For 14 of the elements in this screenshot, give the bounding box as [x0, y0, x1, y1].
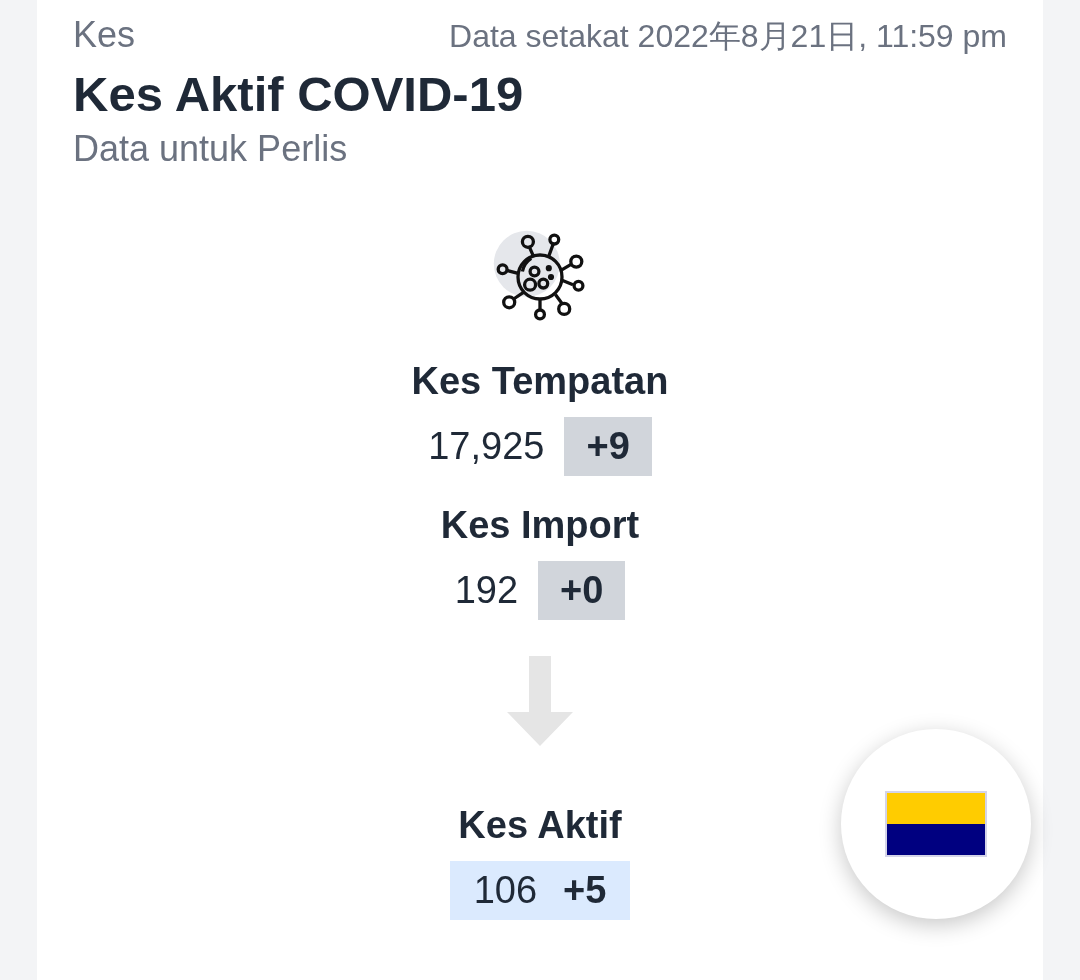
arrow-down-icon — [507, 655, 573, 746]
updated-time: Data setakat 2022年8月21日, 11:59 pm — [449, 17, 1007, 56]
stat-label: Kes Import — [440, 503, 640, 547]
change-badge: +0 — [538, 560, 626, 620]
section-label: Kes — [73, 14, 136, 56]
stat-label: Kes Tempatan — [411, 359, 669, 403]
stat-value: 192 — [454, 568, 519, 612]
change-badge: +9 — [564, 416, 652, 476]
page-title: Kes Aktif COVID-19 — [73, 66, 525, 123]
stat-label: Kes Aktif — [458, 803, 622, 847]
subtitle: Data untuk Perlis — [73, 127, 349, 170]
stat-value: 17,925 — [428, 424, 545, 468]
flag-icon — [885, 791, 987, 857]
total-badge: 106 +5 — [449, 860, 631, 920]
